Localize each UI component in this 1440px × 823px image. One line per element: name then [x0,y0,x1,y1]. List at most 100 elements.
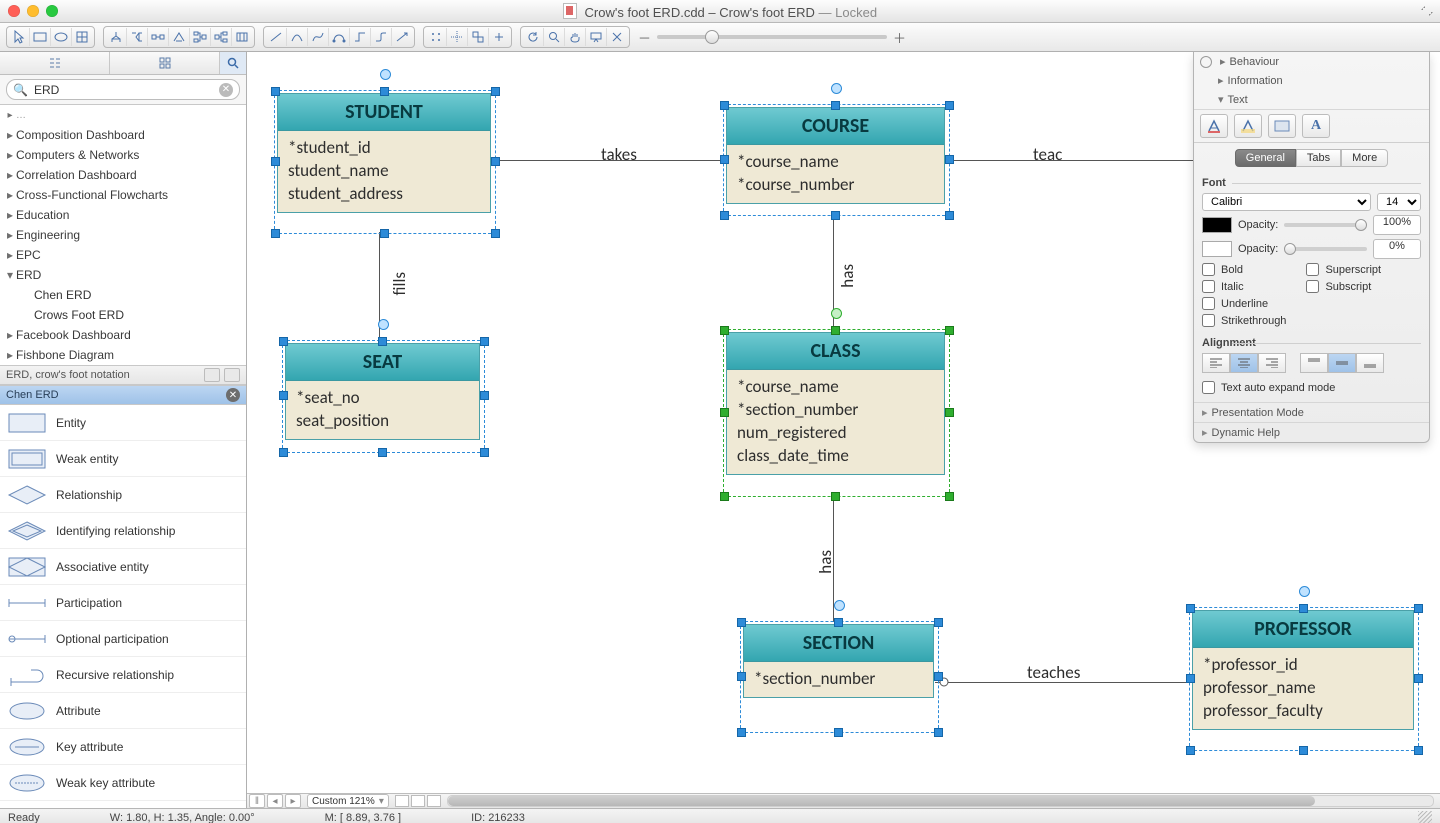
entity-professor[interactable]: PROFESSOR *professor_id professor_name p… [1192,610,1414,730]
zoom-track[interactable] [657,35,887,39]
resize-handle[interactable] [945,211,954,220]
rotate-handle[interactable] [831,308,842,319]
resize-handle[interactable] [834,728,843,737]
resize-handle[interactable] [737,728,746,737]
ellipse-tool[interactable] [51,28,72,46]
font-size-select[interactable]: 14 [1377,193,1421,211]
tree-item[interactable]: ▸Education [0,205,246,225]
branch-tool[interactable] [169,28,190,46]
resize-handle[interactable] [480,448,489,457]
valign-middle-button[interactable] [1328,353,1356,373]
resize-handle[interactable] [720,408,729,417]
valign-top-button[interactable] [1300,353,1328,373]
presentation-mode-expander[interactable]: ▸Presentation Mode [1194,402,1429,422]
shape-item[interactable]: Attribute [0,693,246,729]
text-color-icon[interactable] [1200,114,1228,138]
minimize-window-button[interactable] [27,5,39,17]
bg-opacity-value[interactable]: 0% [1373,239,1421,259]
arc-tool[interactable] [287,28,308,46]
resize-handle[interactable] [831,326,840,335]
pointer-tool[interactable] [9,28,30,46]
save-library-icon[interactable] [204,368,220,382]
resize-handle[interactable] [945,326,954,335]
resize-handle[interactable] [378,337,387,346]
smart-connector-tool[interactable] [350,28,371,46]
tree-down-tool[interactable] [106,28,127,46]
tree-item[interactable]: Crows Foot ERD [0,305,246,325]
italic-checkbox[interactable] [1202,280,1215,293]
resize-handle[interactable] [831,211,840,220]
align-center-button[interactable] [1230,353,1258,373]
library-search[interactable]: 🔍 ✕ [6,79,240,100]
rotate-handle[interactable] [1299,586,1310,597]
resize-handle[interactable] [1414,746,1423,755]
resize-handle[interactable] [279,337,288,346]
rotate-handle[interactable] [831,83,842,94]
entity-class[interactable]: CLASS *course_name *section_number num_r… [726,332,945,475]
tree-item[interactable]: ▸Fishbone Diagram [0,345,246,365]
library-tree[interactable]: ▸… ▸Composition Dashboard ▸Computers & N… [0,105,246,365]
library-header-selected[interactable]: Chen ERD ✕ [0,385,246,405]
resize-handle[interactable] [834,618,843,627]
snap-grid-tool[interactable] [426,28,447,46]
refresh-tool[interactable] [523,28,544,46]
resize-handle[interactable] [720,211,729,220]
shape-item[interactable]: Participation [0,585,246,621]
canvas-area[interactable]: takes teac fills has has teaches STUDENT… [247,52,1440,808]
tree-item[interactable]: ▸Composition Dashboard [0,125,246,145]
resize-handle[interactable] [831,101,840,110]
text-box-icon[interactable] [1268,114,1296,138]
strikethrough-checkbox[interactable] [1202,314,1215,327]
resize-handle[interactable] [271,87,280,96]
tree-item[interactable]: ▸Correlation Dashboard [0,165,246,185]
tab-tabs[interactable]: Tabs [1296,149,1341,167]
resize-handle[interactable] [1186,674,1195,683]
tree-item[interactable]: ▸Cross-Functional Flowcharts [0,185,246,205]
resize-handle[interactable] [720,492,729,501]
resize-handle[interactable] [945,492,954,501]
page-nav-first[interactable]: ‖ [249,794,265,808]
sidebar-tab-search[interactable] [220,52,246,74]
resize-handle[interactable] [1414,674,1423,683]
tab-more[interactable]: More [1341,149,1388,167]
resize-handle[interactable] [945,101,954,110]
resize-handle[interactable] [480,337,489,346]
resize-handle[interactable] [491,157,500,166]
line-tool[interactable] [266,28,287,46]
resize-handle[interactable] [271,229,280,238]
bold-checkbox[interactable] [1202,263,1215,276]
close-library-icon[interactable] [224,368,240,382]
clear-search-button[interactable]: ✕ [219,83,233,97]
zoom-slider[interactable]: － ＋ [638,28,906,47]
resize-handle[interactable] [279,448,288,457]
snap-guides-tool[interactable] [447,28,468,46]
shape-item[interactable]: Associative entity [0,549,246,585]
resize-handle[interactable] [1414,604,1423,613]
resize-handle[interactable] [720,155,729,164]
page-thumbs[interactable] [395,795,441,807]
search-input[interactable] [32,82,219,98]
inspector-group[interactable]: ▾Text [1194,90,1429,109]
resize-handle[interactable] [934,672,943,681]
auto-expand-checkbox[interactable] [1202,381,1215,394]
zoom-window-button[interactable] [46,5,58,17]
entity-seat[interactable]: SEAT *seat_no seat_position [285,343,480,440]
shape-item[interactable]: Key attribute [0,729,246,765]
resize-handle[interactable] [934,618,943,627]
sidebar-tab-tree[interactable] [0,52,110,74]
bg-opacity-slider[interactable] [1284,247,1367,251]
resize-handle[interactable] [491,229,500,238]
zoom-in-icon[interactable]: ＋ [893,28,906,47]
close-icon[interactable]: ✕ [226,388,240,402]
shape-item[interactable]: Optional participation [0,621,246,657]
resize-handle[interactable] [1186,746,1195,755]
resize-handle[interactable] [831,492,840,501]
align-right-button[interactable] [1258,353,1286,373]
resize-handle[interactable] [271,157,280,166]
org-left-tool[interactable] [190,28,211,46]
bezier-tool[interactable] [329,28,350,46]
shape-item[interactable]: Entity [0,405,246,441]
shape-item[interactable]: Identifying relationship [0,513,246,549]
align-left-button[interactable] [1202,353,1230,373]
snap-object-tool[interactable] [468,28,489,46]
